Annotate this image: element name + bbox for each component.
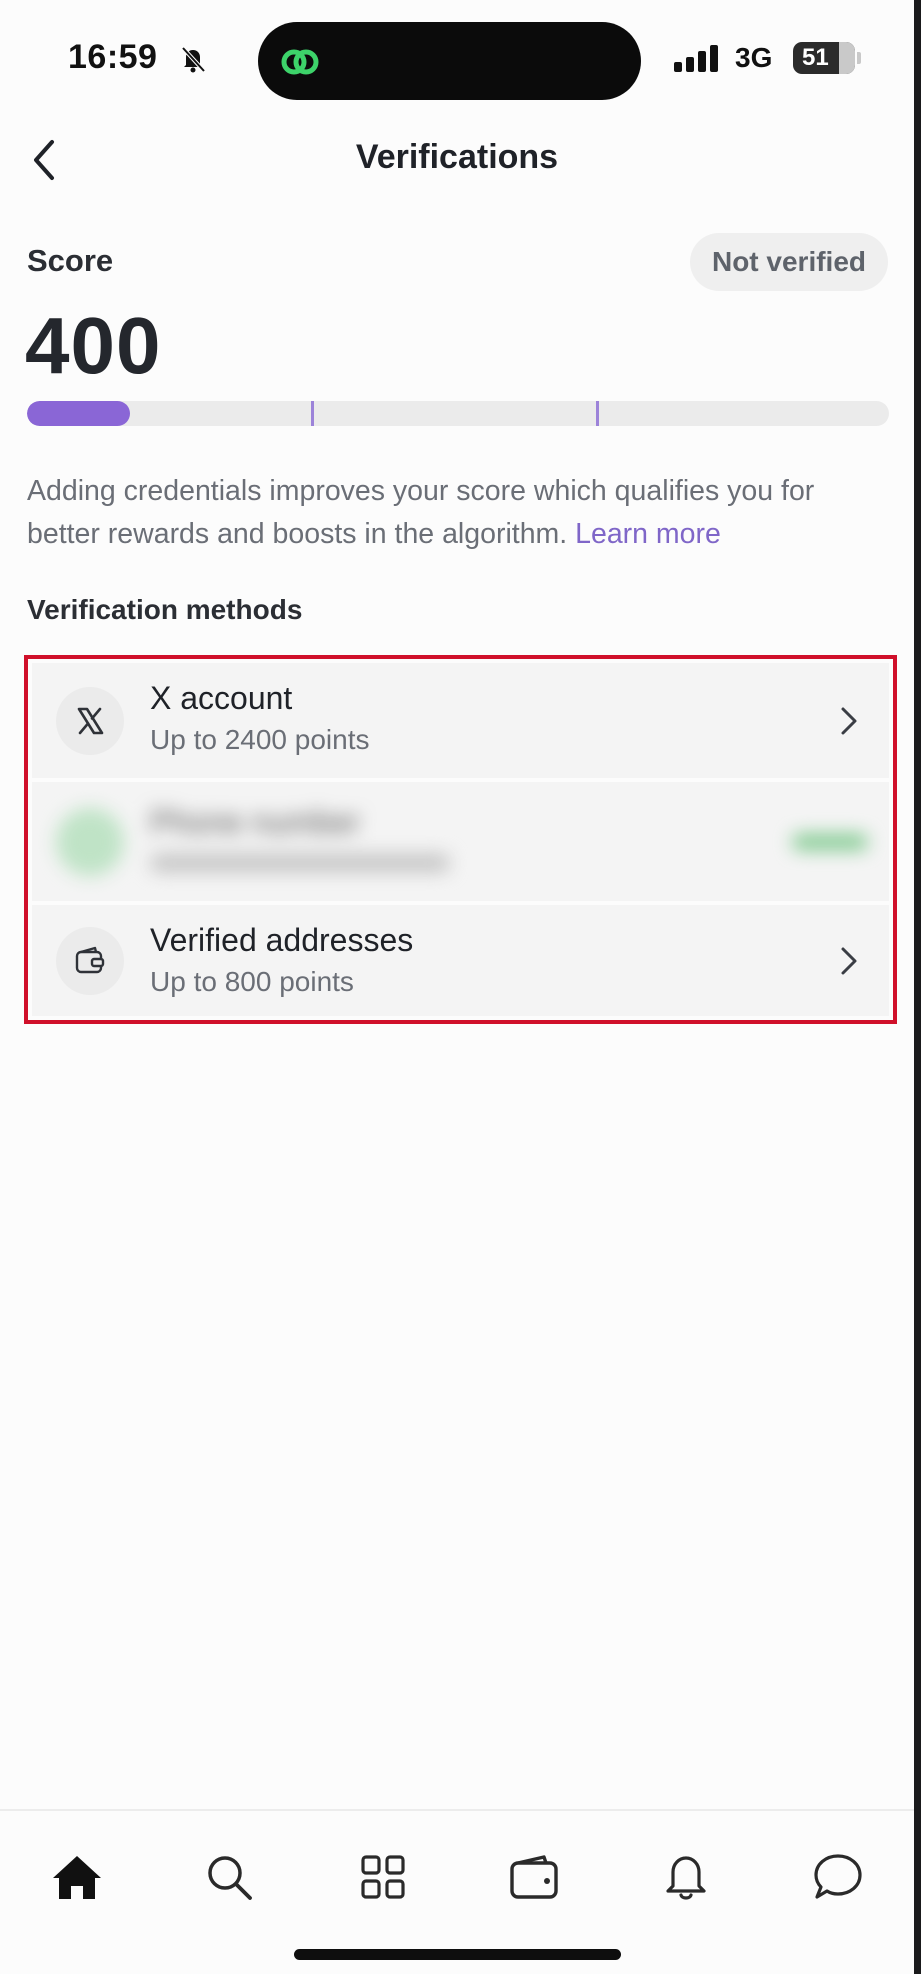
battery-level: 51 [802, 44, 829, 71]
page-title: Verifications [355, 138, 559, 176]
learn-more-link[interactable]: Learn more [575, 518, 721, 550]
blurred-phone-subtitle [150, 854, 450, 872]
grid-icon [361, 1855, 405, 1899]
progress-milestone-tick [311, 401, 315, 426]
signal-icon [674, 45, 718, 72]
battery-icon: 51 [793, 42, 855, 74]
method-subtitle: Up to 800 points [150, 966, 354, 997]
score-progress-fill [27, 401, 131, 426]
method-subtitle: Up to 2400 points [150, 724, 370, 755]
nav-apps[interactable] [348, 1842, 418, 1912]
method-title: Phone number [150, 804, 360, 840]
score-description: Adding credentials improves your score w… [27, 470, 889, 556]
section-title: Verification methods [27, 594, 303, 625]
nav-wallet[interactable] [500, 1842, 570, 1912]
score-value: 400 [25, 301, 162, 390]
network-label: 3G [735, 42, 773, 73]
nav-home[interactable] [42, 1842, 112, 1912]
method-title: X account [150, 680, 293, 716]
verification-methods-list: X account Up to 2400 points Phone number [24, 655, 897, 1024]
method-row-x-account[interactable]: X account Up to 2400 points [32, 663, 889, 778]
method-row-phone[interactable]: Phone number [32, 782, 889, 901]
method-title: Verified addresses [150, 922, 414, 958]
nav-search[interactable] [194, 1842, 264, 1912]
blurred-status-indicator [792, 834, 868, 850]
screen-edge [914, 0, 921, 1974]
home-indicator[interactable] [294, 1949, 621, 1960]
wallet-icon [510, 1855, 558, 1899]
bell-icon [666, 1856, 706, 1900]
nav-messages[interactable] [803, 1842, 873, 1912]
chevron-right-icon [841, 707, 857, 735]
score-label: Score [27, 243, 114, 278]
nav-notifications[interactable] [651, 1842, 721, 1912]
dynamic-island [258, 22, 641, 100]
score-progress-bar [27, 401, 889, 426]
x-logo-icon [56, 687, 124, 755]
home-icon [53, 1856, 101, 1899]
status-badge: Not verified [690, 233, 888, 291]
app-logo-icon [281, 49, 319, 75]
method-row-verified-addresses[interactable]: Verified addresses Up to 800 points [32, 905, 889, 1016]
status-time: 16:59 [68, 38, 158, 76]
bottom-nav-divider [0, 1809, 914, 1811]
battery-empty-portion [839, 42, 855, 74]
chevron-right-icon [841, 947, 857, 975]
bell-muted-icon [181, 46, 206, 73]
search-icon [208, 1856, 252, 1900]
wallet-icon [56, 927, 124, 995]
progress-milestone-tick [595, 401, 599, 426]
chat-icon [814, 1854, 862, 1899]
phone-icon [56, 808, 124, 876]
screen: 16:59 3G 51 Verifications Score Not veri… [0, 0, 914, 1974]
battery-nub [857, 52, 861, 64]
